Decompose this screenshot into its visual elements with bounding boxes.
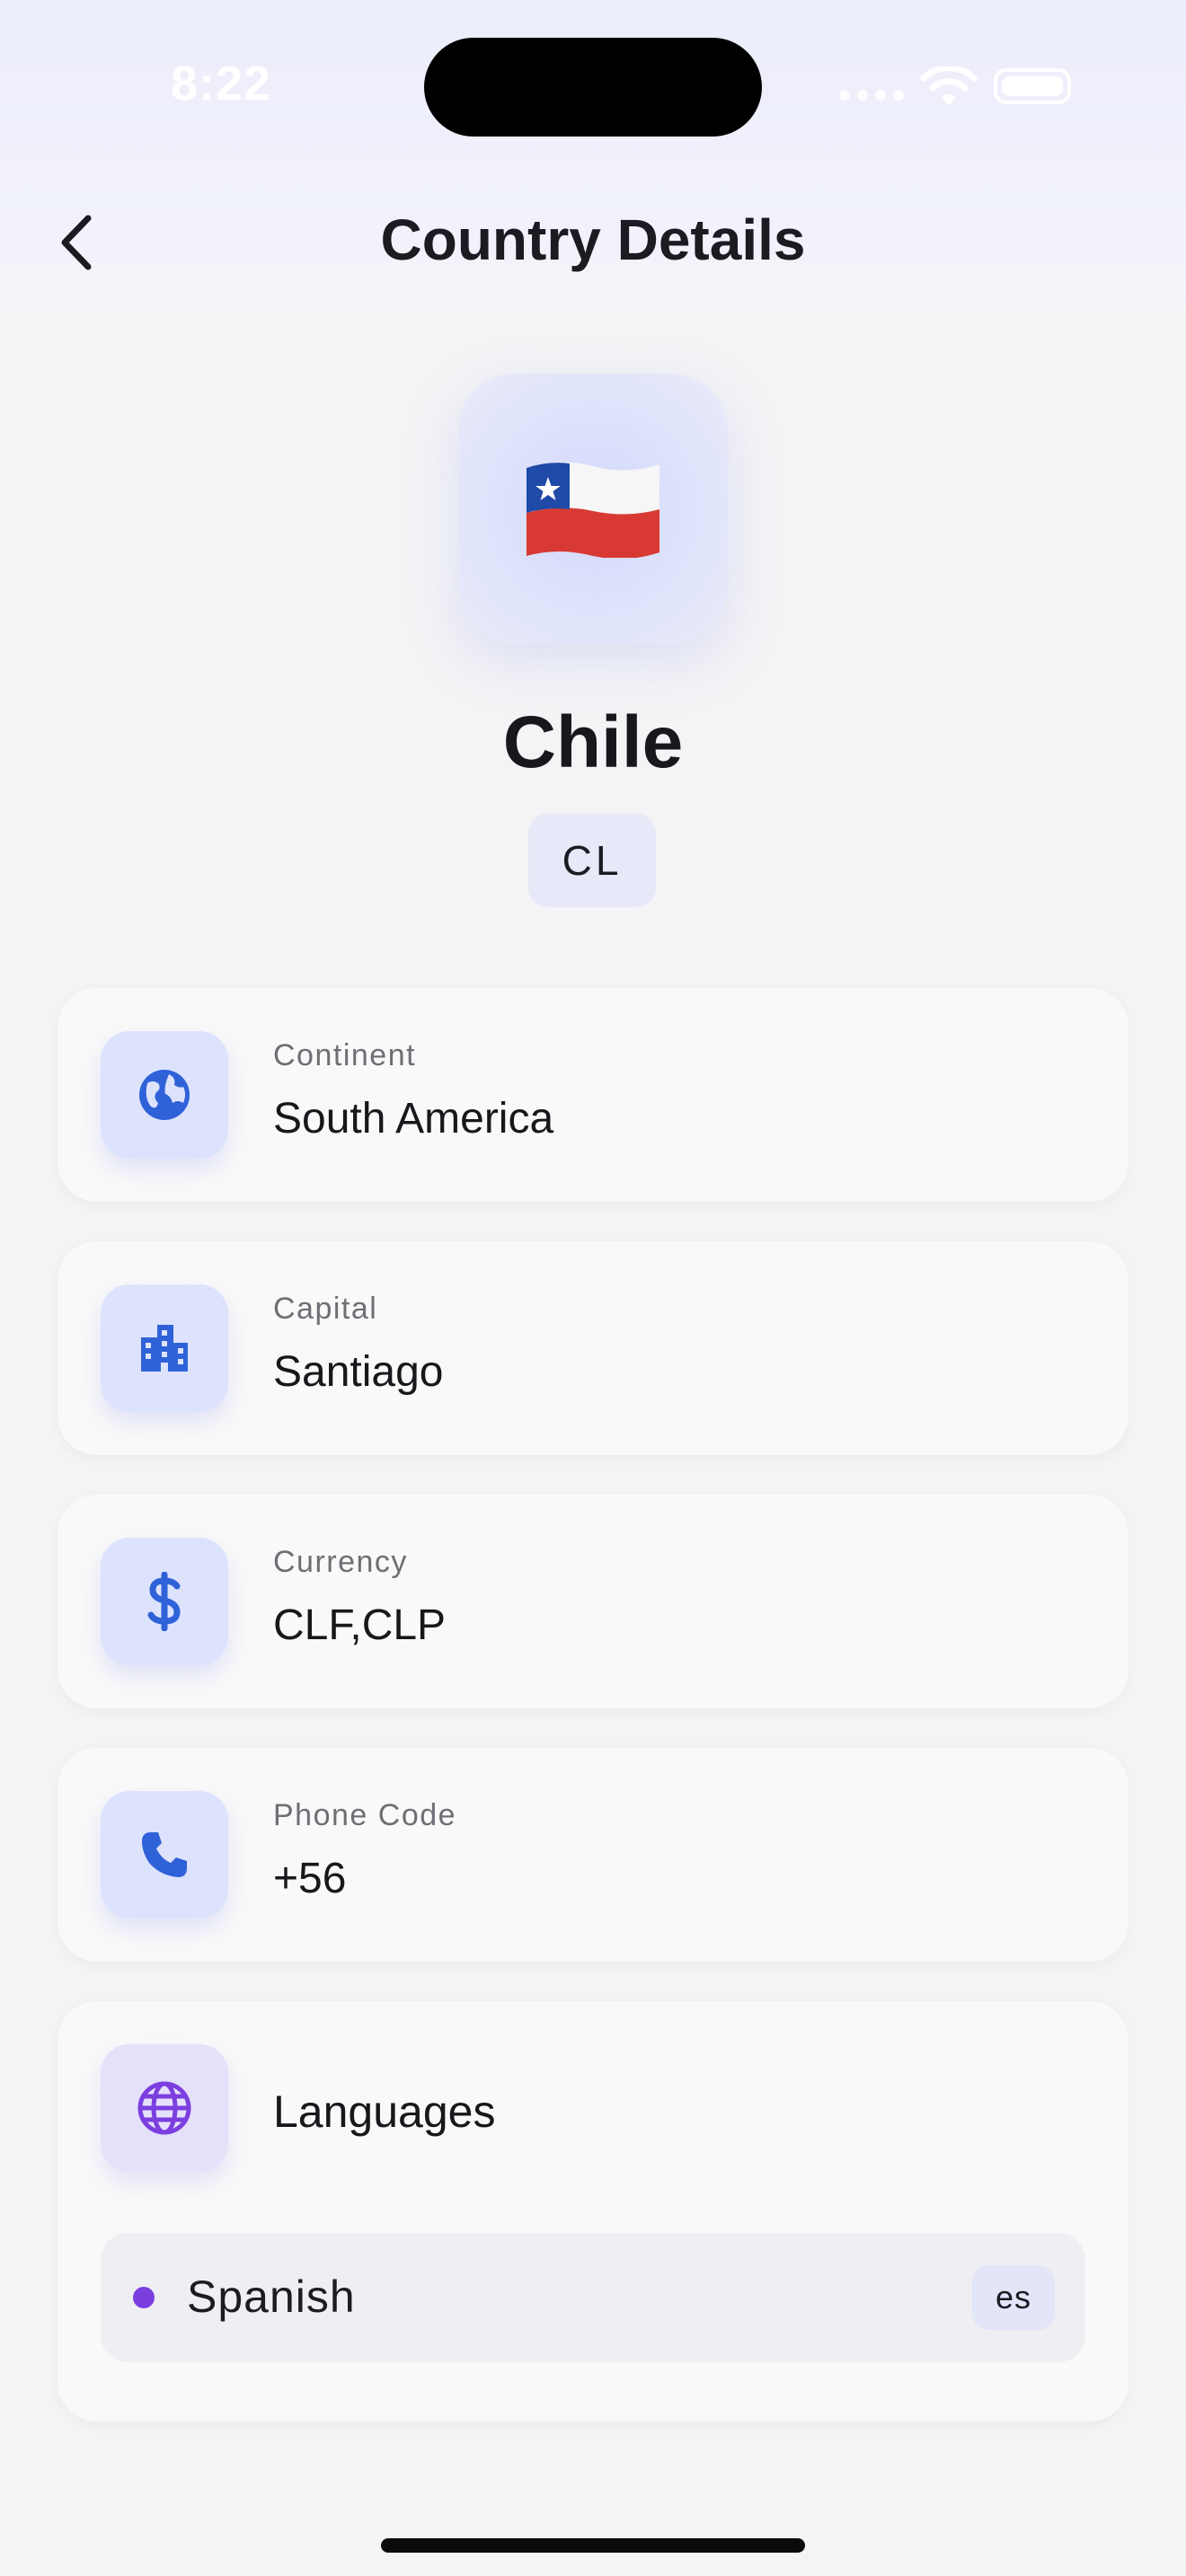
language-globe-icon [137,2081,191,2135]
currency-value: CLF,CLP [273,1601,447,1649]
globe-icon [139,1070,190,1120]
currency-label: Currency [273,1545,408,1579]
language-code-badge: es [972,2265,1055,2330]
language-bullet-icon [133,2287,155,2308]
continent-value: South America [273,1095,554,1142]
continent-label: Continent [273,1038,417,1072]
continent-icon-tile [101,1031,228,1159]
languages-card: Languages Spanish es [58,2001,1128,2422]
capital-value: Santiago [273,1348,444,1396]
wifi-icon [920,65,978,114]
cellular-signal-icon [839,90,904,101]
home-indicator [381,2538,805,2553]
languages-icon-tile [101,2044,228,2172]
dollar-icon [147,1572,181,1631]
country-name: Chile [502,701,684,783]
battery-icon [994,68,1071,104]
page-title: Country Details [380,207,806,272]
currency-card: Currency CLF,CLP [58,1495,1128,1708]
status-time: 8:22 [171,57,272,110]
languages-title: Languages [273,2086,496,2137]
capital-card: Capital Santiago [58,1241,1128,1455]
phone-code-label: Phone Code [273,1798,457,1832]
building-icon [141,1325,188,1372]
phone-icon [142,1832,187,1877]
chile-flag-icon [527,462,659,558]
language-list-item: Spanish es [101,2233,1085,2362]
continent-card: Continent South America [58,988,1128,1202]
dynamic-island [424,38,762,137]
country-code-badge: CL [528,814,656,907]
phone-code-value: +56 [273,1855,347,1902]
capital-icon-tile [101,1284,228,1412]
phone-icon-tile [101,1791,228,1919]
language-name: Spanish [187,2272,356,2322]
phone-code-card: Phone Code +56 [58,1748,1128,1962]
capital-label: Capital [273,1292,378,1326]
flag-tile [458,374,728,643]
currency-icon-tile [101,1538,228,1665]
